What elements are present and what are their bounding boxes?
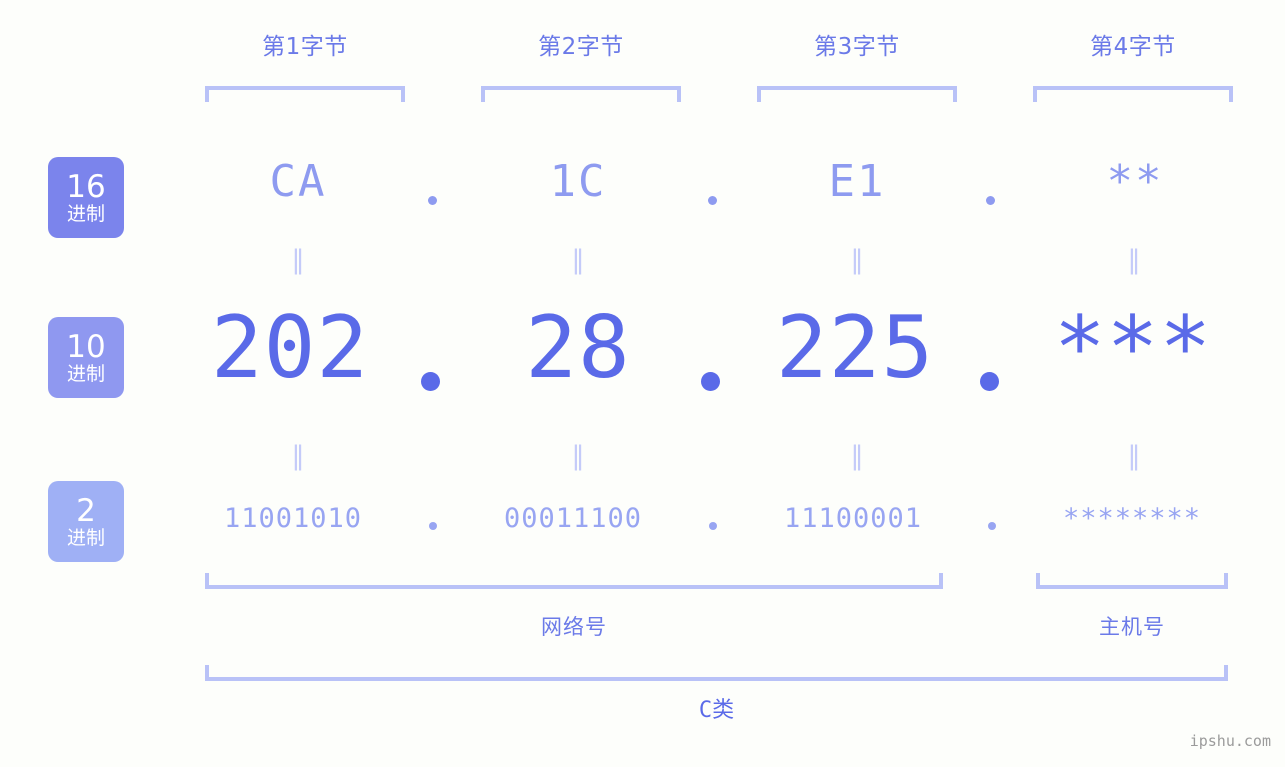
base-badge-binary: 2 进制 bbox=[48, 481, 124, 562]
hex-separator-dot-3 bbox=[986, 196, 995, 205]
base-badge-number-bin: 2 bbox=[76, 492, 96, 529]
base-badge-number-hex: 16 bbox=[66, 168, 106, 205]
hex-separator-dot-2 bbox=[708, 196, 717, 205]
hex-octet-2: 1C bbox=[549, 156, 607, 207]
network-portion-bracket bbox=[205, 573, 943, 589]
ip-class-bracket bbox=[205, 665, 1228, 681]
equals-mark-hex-dec-3: ‖ bbox=[850, 245, 866, 275]
equals-mark-dec-bin-2: ‖ bbox=[571, 441, 587, 471]
equals-mark-hex-dec-1: ‖ bbox=[291, 245, 307, 275]
byte-bracket-2 bbox=[481, 86, 681, 102]
binary-separator-dot-3 bbox=[988, 522, 996, 530]
byte-header-label-2: 第2字节 bbox=[538, 34, 624, 60]
binary-separator-dot-1 bbox=[429, 522, 437, 530]
hex-octet-4: ** bbox=[1106, 156, 1164, 207]
hex-octet-1: CA bbox=[269, 156, 327, 207]
byte-bracket-4 bbox=[1033, 86, 1233, 102]
byte-header-label-4: 第4字节 bbox=[1090, 34, 1176, 60]
binary-separator-dot-2 bbox=[709, 522, 717, 530]
base-badge-sublabel-bin: 进制 bbox=[66, 526, 105, 549]
ip-breakdown-diagram: 第1字节 第2字节 第3字节 第4字节 16 进制 10 进制 2 进制 CA … bbox=[0, 0, 1285, 767]
equals-mark-dec-bin-4: ‖ bbox=[1127, 441, 1143, 471]
network-portion-label: 网络号 bbox=[541, 615, 607, 639]
byte-header-label-1: 第1字节 bbox=[262, 34, 348, 60]
decimal-separator-dot-3 bbox=[980, 372, 999, 391]
decimal-separator-dot-1 bbox=[421, 372, 440, 391]
base-badge-sublabel-hex: 进制 bbox=[66, 202, 105, 225]
decimal-octet-1: 202 bbox=[210, 298, 370, 398]
equals-mark-hex-dec-2: ‖ bbox=[571, 245, 587, 275]
host-portion-bracket bbox=[1036, 573, 1228, 589]
decimal-octet-4: *** bbox=[1053, 298, 1213, 398]
base-badge-sublabel-dec: 进制 bbox=[66, 362, 105, 385]
byte-header-label-3: 第3字节 bbox=[814, 34, 900, 60]
binary-octet-3: 11100001 bbox=[783, 503, 923, 534]
base-badge-decimal: 10 进制 bbox=[48, 317, 124, 398]
decimal-octet-3: 225 bbox=[775, 298, 935, 398]
equals-mark-hex-dec-4: ‖ bbox=[1127, 245, 1143, 275]
host-portion-label: 主机号 bbox=[1099, 615, 1165, 639]
equals-mark-dec-bin-3: ‖ bbox=[850, 441, 866, 471]
site-watermark: ipshu.com bbox=[1189, 732, 1271, 750]
byte-bracket-1 bbox=[205, 86, 405, 102]
decimal-octet-2: 28 bbox=[525, 298, 631, 398]
byte-bracket-3 bbox=[757, 86, 957, 102]
hex-separator-dot-1 bbox=[428, 196, 437, 205]
binary-octet-2: 00011100 bbox=[503, 503, 643, 534]
ip-class-label: C类 bbox=[698, 698, 735, 723]
decimal-separator-dot-2 bbox=[701, 372, 720, 391]
equals-mark-dec-bin-1: ‖ bbox=[291, 441, 307, 471]
binary-octet-4: ******** bbox=[1062, 503, 1202, 534]
base-badge-number-dec: 10 bbox=[66, 328, 106, 365]
base-badge-hexadecimal: 16 进制 bbox=[48, 157, 124, 238]
hex-octet-3: E1 bbox=[828, 156, 886, 207]
binary-octet-1: 11001010 bbox=[223, 503, 363, 534]
